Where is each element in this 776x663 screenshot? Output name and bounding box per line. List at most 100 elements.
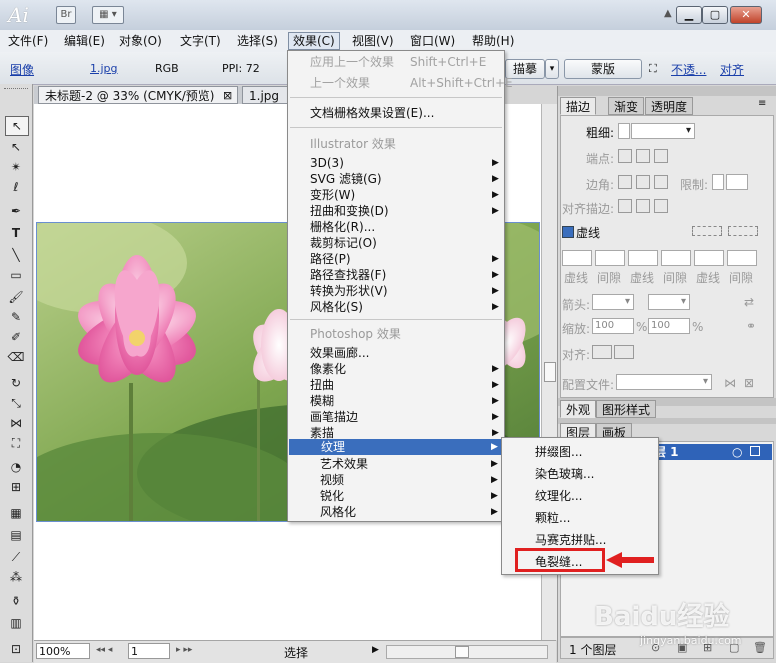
panel-toggle-icon[interactable]: ▲ — [664, 8, 672, 19]
artboard-tool-icon[interactable]: ⊡ — [5, 640, 27, 658]
dash-field-2[interactable] — [628, 250, 658, 266]
arrange-documents-button[interactable]: ▦ ▾ — [92, 6, 124, 24]
weight-dropdown[interactable]: ▾ — [631, 123, 695, 139]
start-arrow-dropdown[interactable]: ▾ — [592, 294, 634, 310]
round-join-icon[interactable] — [636, 175, 650, 189]
tab-1-jpg[interactable]: 1.jpg @ — [242, 86, 288, 121]
link-scale-icon[interactable]: ⚭ — [746, 319, 756, 333]
lasso-tool-icon[interactable]: ℓ — [5, 178, 27, 196]
menu-item-blur[interactable]: 模糊 ▶ — [310, 393, 500, 409]
trace-preset-dropdown[interactable]: ▾ — [545, 59, 559, 79]
flip-along-icon[interactable]: ⋈ — [724, 376, 736, 390]
scale-tool-icon[interactable]: ⤡ — [5, 394, 27, 412]
menu-item-sharpen[interactable]: 锐化 ▶ — [320, 488, 510, 504]
opacity-link[interactable]: 不透... — [671, 61, 706, 78]
scroll-thumb[interactable] — [544, 362, 556, 382]
status-menu-icon[interactable]: ▶ — [372, 645, 379, 655]
menu-window[interactable]: 窗口(W) — [406, 33, 459, 49]
selection-tool-icon[interactable]: ↖ — [5, 116, 29, 136]
dash-field-1[interactable] — [562, 250, 592, 266]
target-icon[interactable]: ○ — [732, 444, 742, 460]
horizontal-scroll-thumb[interactable] — [455, 646, 469, 658]
menu-item-last-effect[interactable]: 上一个效果 Alt+Shift+Ctrl+E — [310, 75, 513, 91]
menu-item-rasterize[interactable]: 栅格化(R)... — [310, 219, 500, 235]
page-field[interactable]: 1 — [128, 643, 170, 659]
profile-dropdown[interactable]: ▾ — [616, 374, 712, 390]
menu-item-pixelate[interactable]: 像素化 ▶ — [310, 361, 500, 377]
butt-cap-icon[interactable] — [618, 149, 632, 163]
weight-stepper[interactable] — [618, 123, 630, 139]
mesh-tool-icon[interactable]: ▦ — [5, 504, 27, 522]
magic-wand-tool-icon[interactable]: ✴ — [5, 158, 27, 176]
menu-item-raster-settings[interactable]: 文档栅格效果设置(E)... — [310, 105, 500, 121]
type-tool-icon[interactable]: T — [5, 224, 27, 242]
menu-view[interactable]: 视图(V) — [348, 33, 398, 49]
tab-appearance[interactable]: 外观 — [560, 400, 597, 418]
flip-across-icon[interactable]: ⊠ — [744, 376, 754, 390]
selection-indicator[interactable] — [750, 446, 760, 456]
menu-item-distort-transform[interactable]: 扭曲和变换(D) ▶ — [310, 203, 500, 219]
menu-item-svg-filters[interactable]: SVG 滤镜(G) ▶ — [310, 171, 500, 187]
menu-item-apply-last-effect[interactable]: 应用上一个效果 Shift+Ctrl+E — [310, 54, 500, 70]
perspective-grid-tool-icon[interactable]: ⊞ — [5, 478, 27, 496]
swap-arrows-icon[interactable]: ⇄ — [744, 295, 754, 309]
arrow-tip-at-end-icon[interactable] — [614, 345, 634, 359]
menu-item-distort[interactable]: 扭曲 ▶ — [310, 377, 500, 393]
submenu-item-stained-glass[interactable]: 染色玻璃... — [535, 466, 594, 482]
start-scale-field[interactable]: 100 — [592, 318, 634, 334]
eraser-tool-icon[interactable]: ⌫ — [5, 348, 27, 366]
limit-stepper[interactable] — [712, 174, 724, 190]
column-graph-tool-icon[interactable]: ▥ — [5, 614, 27, 632]
free-transform-tool-icon[interactable]: ⛶ — [5, 434, 27, 452]
dash-field-3[interactable] — [694, 250, 724, 266]
bridge-button[interactable]: Br — [56, 6, 76, 24]
gap-field-3[interactable] — [727, 250, 757, 266]
menu-select[interactable]: 选择(S) — [233, 33, 282, 49]
menu-item-crop-marks[interactable]: 裁剪标记(O) — [310, 235, 500, 251]
menu-object[interactable]: 对象(O) — [115, 33, 166, 49]
tab-gradient[interactable]: 渐变 — [608, 97, 645, 115]
submenu-item-patchwork[interactable]: 拼缀图... — [535, 444, 582, 460]
line-tool-icon[interactable]: ╲ — [5, 246, 27, 264]
image-link[interactable]: 图像 — [10, 61, 34, 78]
shape-builder-tool-icon[interactable]: ◔ — [5, 458, 27, 476]
close-button[interactable]: ✕ — [730, 6, 762, 24]
menu-item-texture[interactable]: 纹理 ▶ — [289, 439, 501, 455]
menu-item-stylize-ai[interactable]: 风格化(S) ▶ — [310, 299, 500, 315]
delete-layer-icon[interactable]: 🗑 — [753, 641, 767, 654]
page-forward-icon[interactable]: ▸ ▸▸ — [176, 645, 192, 655]
pencil-tool-icon[interactable]: ✎ — [5, 308, 27, 326]
menu-item-brush-strokes[interactable]: 画笔描边 ▶ — [310, 409, 500, 425]
horizontal-scrollbar[interactable] — [386, 645, 548, 659]
filename-link[interactable]: 1.jpg — [90, 62, 118, 75]
maximize-button[interactable]: ▢ — [702, 6, 728, 24]
submenu-item-texturizer[interactable]: 纹理化... — [535, 488, 582, 504]
blob-brush-tool-icon[interactable]: ✐ — [5, 328, 27, 346]
menu-item-video[interactable]: 视频 ▶ — [320, 472, 510, 488]
direct-selection-tool-icon[interactable]: ↖ — [5, 138, 27, 156]
menu-file[interactable]: 文件(F) — [4, 33, 52, 49]
menu-item-3d[interactable]: 3D(3) ▶ — [310, 155, 500, 171]
menu-item-convert-to-shape[interactable]: 转换为形状(V) ▶ — [310, 283, 500, 299]
align-center-icon[interactable] — [618, 199, 632, 213]
symbol-sprayer-tool-icon[interactable]: ⚱ — [5, 592, 27, 610]
rectangle-tool-icon[interactable]: ▭ — [5, 266, 27, 284]
menu-item-effect-gallery[interactable]: 效果画廊... — [310, 345, 500, 361]
gradient-tool-icon[interactable]: ▤ — [5, 526, 27, 544]
align-inside-icon[interactable] — [636, 199, 650, 213]
menu-item-warp[interactable]: 变形(W) ▶ — [310, 187, 500, 203]
align-link[interactable]: 对齐 — [720, 61, 744, 78]
projecting-cap-icon[interactable] — [654, 149, 668, 163]
submenu-item-grain[interactable]: 颗粒... — [535, 510, 570, 526]
menu-type[interactable]: 文字(T) — [176, 33, 225, 49]
page-nav-icon[interactable]: ◂◂ ◂ — [96, 645, 112, 655]
rotate-tool-icon[interactable]: ↻ — [5, 374, 27, 392]
tab-graphic-styles[interactable]: 图形样式 — [596, 400, 657, 418]
gap-field-2[interactable] — [661, 250, 691, 266]
dash-preserve-icon[interactable] — [692, 226, 722, 236]
layer-row[interactable]: 层 1 ○ — [646, 444, 772, 460]
blend-tool-icon[interactable]: ⁂ — [5, 568, 27, 586]
miter-join-icon[interactable] — [618, 175, 632, 189]
width-tool-icon[interactable]: ⋈ — [5, 414, 27, 432]
limit-field[interactable] — [726, 174, 748, 190]
